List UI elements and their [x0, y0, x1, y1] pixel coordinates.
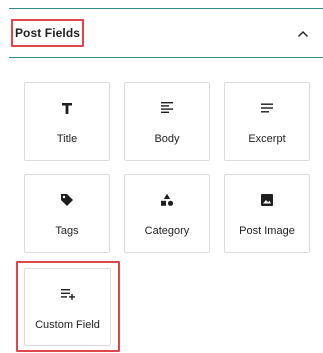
section-title-highlight: Post Fields	[11, 19, 84, 47]
field-label: Category	[144, 225, 190, 237]
field-label: Tags	[55, 225, 79, 237]
field-card-category[interactable]: Category	[124, 174, 210, 253]
field-label: Post Image	[239, 225, 295, 237]
field-card-title[interactable]: Title	[24, 82, 110, 161]
chevron-up-icon[interactable]	[296, 28, 310, 40]
heading-icon	[25, 100, 109, 116]
field-card-post-image[interactable]: Post Image	[224, 174, 310, 253]
align-left-icon	[125, 100, 209, 116]
field-label: Excerpt	[248, 133, 286, 145]
tag-icon	[25, 192, 109, 208]
field-card-custom-field[interactable]: Custom Field	[24, 268, 111, 346]
text-lines-icon	[225, 100, 309, 116]
field-card-body[interactable]: Body	[124, 82, 210, 161]
field-label: Body	[154, 133, 180, 145]
shapes-icon	[125, 192, 209, 208]
post-fields-header[interactable]: Post Fields	[0, 9, 323, 59]
field-card-excerpt[interactable]: Excerpt	[224, 82, 310, 161]
field-label: Title	[56, 133, 78, 145]
list-add-icon	[25, 286, 110, 302]
section-title: Post Fields	[14, 26, 81, 40]
header-divider	[9, 57, 323, 58]
field-label: Custom Field	[35, 319, 100, 331]
field-card-tags[interactable]: Tags	[24, 174, 110, 253]
image-icon	[225, 192, 309, 208]
